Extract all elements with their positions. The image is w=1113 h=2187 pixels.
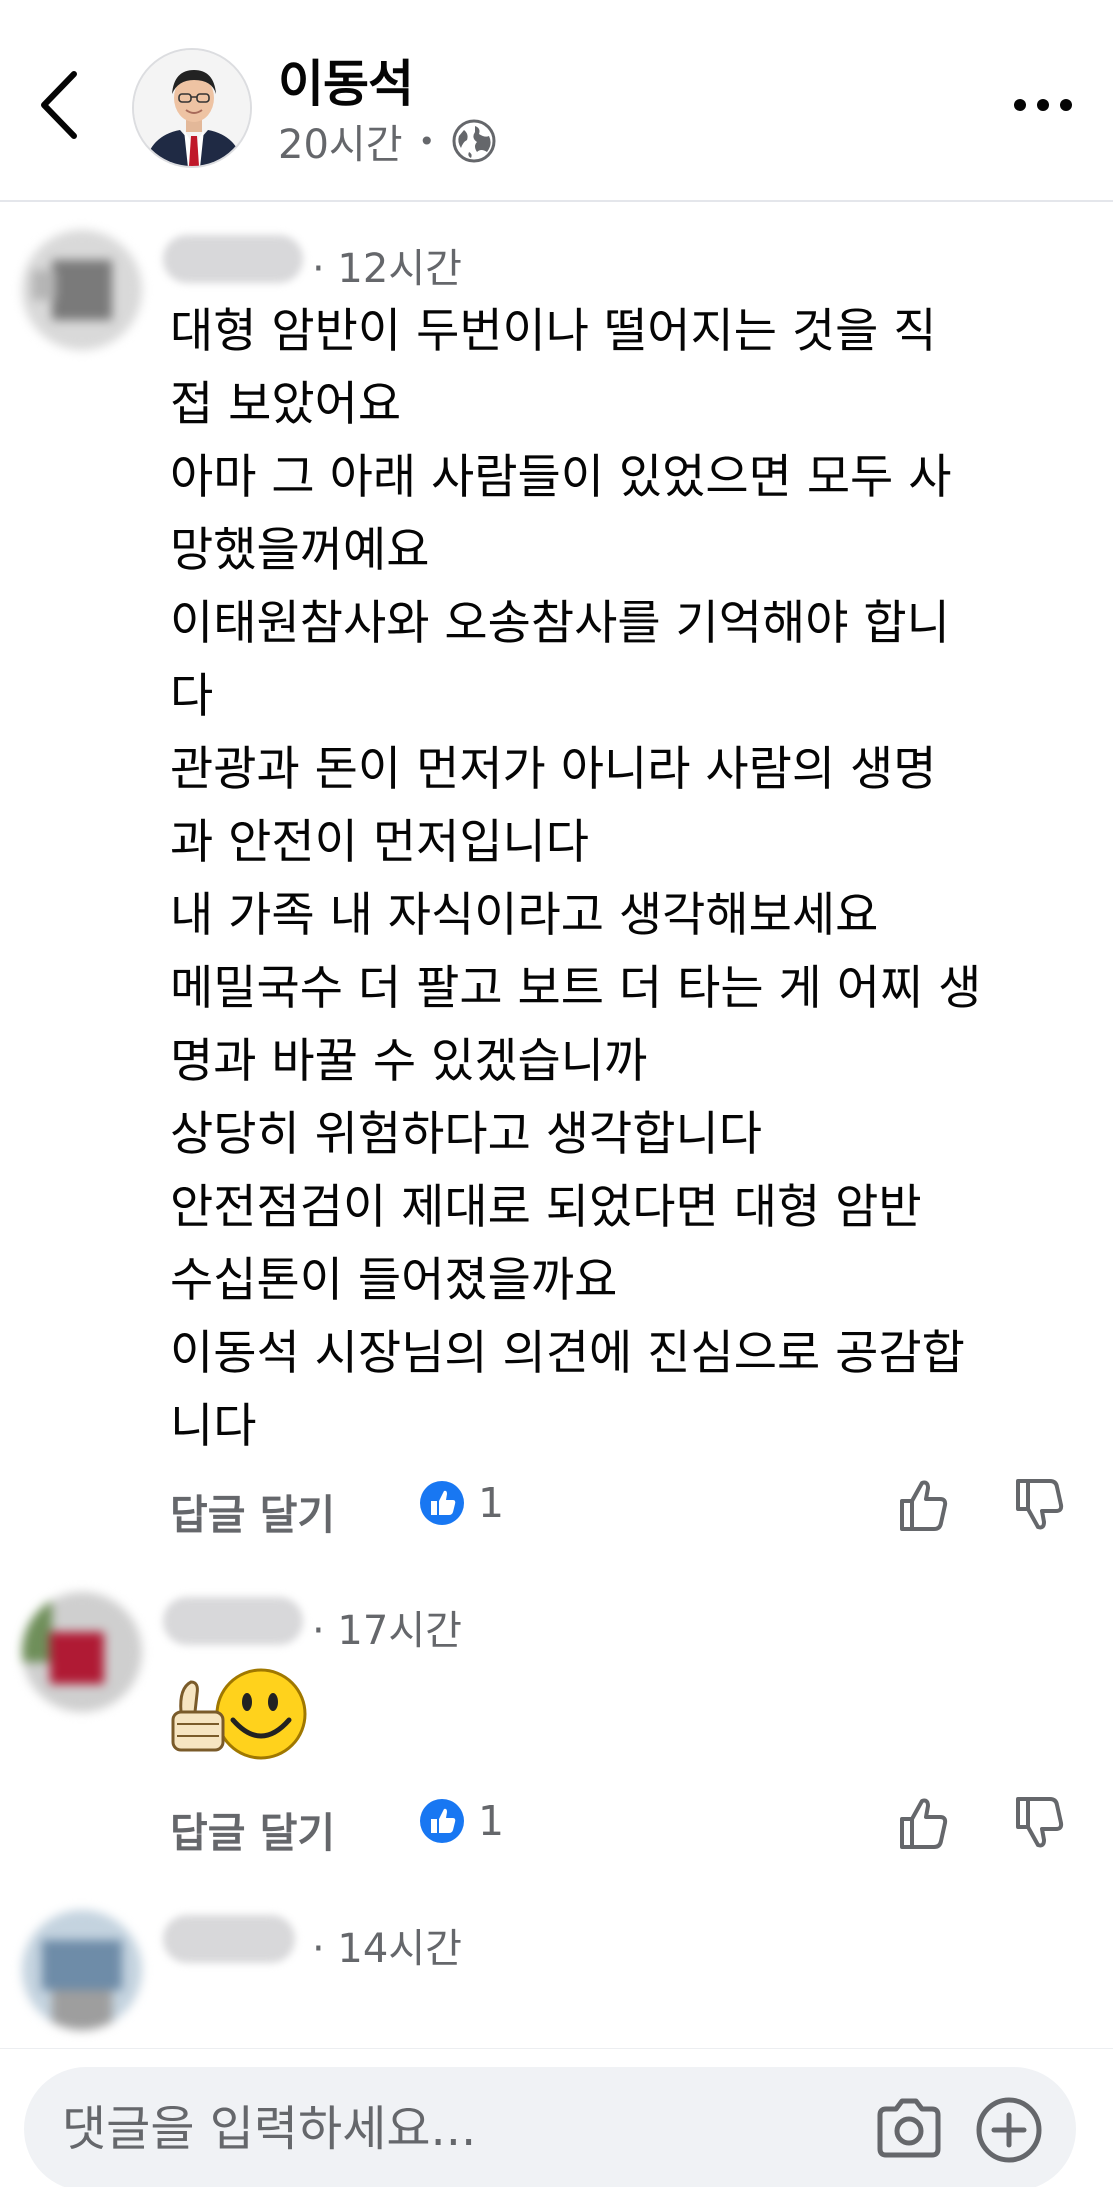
comment-line: 다 <box>170 669 214 724</box>
comment-line: 명과 바꿀 수 있겠습니까 <box>170 1034 648 1089</box>
upvote-button[interactable] <box>896 1793 952 1853</box>
comment-line: 메밀국수 더 팔고 보트 더 타는 게 어찌 생 <box>170 961 982 1016</box>
avatar-blur <box>22 230 142 350</box>
thumbs-down-icon <box>1016 1479 1064 1530</box>
comment-item: · 12시간 대형 암반이 두번이나 떨어지는 것을 직 접 보았어요 아마 그… <box>0 230 1113 1454</box>
reaction-summary[interactable]: 1 <box>418 1797 504 1845</box>
comment-line: 니다 <box>170 1399 257 1454</box>
comment-input[interactable] <box>62 2081 862 2177</box>
post-meta: 20시간 • <box>278 112 497 170</box>
comment-composer-bar <box>0 2048 1113 2187</box>
comment-line: 과 안전이 먼저입니다 <box>170 815 590 870</box>
comment-actions: 답글 달기 1 <box>170 1475 1090 1545</box>
thumbs-up-icon <box>900 1798 948 1849</box>
comment-time: · 17시간 <box>312 1608 462 1654</box>
commenter-name-redacted[interactable] <box>163 235 303 283</box>
thumbs-down-icon <box>1016 1797 1064 1848</box>
comment-body: 대형 암반이 두번이나 떨어지는 것을 직 접 보았어요 아마 그 아래 사람들… <box>170 295 1090 1463</box>
reaction-summary[interactable]: 1 <box>418 1479 504 1527</box>
add-attachment-button[interactable] <box>974 2095 1044 2165</box>
profile-photo <box>134 50 250 166</box>
comment-line: 아마 그 아래 사람들이 있었으면 모두 사 <box>170 450 952 505</box>
comment-line: 내 가족 내 자식이라고 생각해보세요 <box>170 888 879 943</box>
thumbs-up-icon <box>900 1480 948 1531</box>
meta-separator: • <box>418 124 436 158</box>
comment-line: 망했을꺼예요 <box>170 523 430 578</box>
plus-circle-icon <box>976 2097 1042 2163</box>
avatar-blur <box>22 1910 142 2030</box>
back-button[interactable] <box>30 60 90 150</box>
profile-avatar[interactable] <box>132 48 252 168</box>
downvote-button[interactable] <box>1012 1793 1068 1853</box>
comment-line: 이태원참사와 오송참사를 기억해야 합니 <box>170 596 950 651</box>
camera-button[interactable] <box>874 2097 944 2161</box>
downvote-button[interactable] <box>1012 1475 1068 1535</box>
back-arrow-icon <box>41 71 77 139</box>
commenter-avatar[interactable] <box>22 230 142 350</box>
post-time: 20시간 <box>278 122 403 168</box>
comment-line: 관광과 돈이 먼저가 아니라 사람의 생명 <box>170 742 937 797</box>
like-count: 1 <box>478 1797 505 1845</box>
comment-time: · 12시간 <box>312 246 462 292</box>
comment-line: 안전점검이 제대로 되었다면 대형 암반 <box>170 1180 922 1235</box>
reply-button[interactable]: 답글 달기 <box>170 1481 335 1541</box>
like-count: 1 <box>478 1479 505 1527</box>
comment-line: 수십톤이 들어졌을까요 <box>170 1253 618 1308</box>
comments-screen: 이동석 20시간 • · 12시간 대형 암반이 두번이나 떨어지는 것을 직 … <box>0 0 1113 2187</box>
commenter-name-redacted[interactable] <box>163 1915 295 1963</box>
more-icon <box>1014 99 1072 111</box>
post-header: 이동석 20시간 • <box>0 0 1113 202</box>
more-options-button[interactable] <box>1010 85 1076 125</box>
comment-line: 상당히 위험하다고 생각합니다 <box>170 1107 762 1162</box>
avatar-blur <box>22 1592 142 1712</box>
like-badge-icon <box>420 1481 464 1525</box>
reply-button[interactable]: 답글 달기 <box>170 1799 335 1859</box>
comment-item: · 17시간 <box>0 1592 1113 1772</box>
commenter-avatar[interactable] <box>22 1592 142 1712</box>
comment-composer <box>24 2067 1076 2187</box>
upvote-button[interactable] <box>896 1475 952 1535</box>
comment-line: 이동석 시장님의 의견에 진심으로 공감합 <box>170 1326 965 1381</box>
comment-item: · 14시간 <box>0 1910 1113 2040</box>
like-badge-icon <box>420 1799 464 1843</box>
globe-icon <box>452 119 496 163</box>
thumbs-up-smiley-sticker <box>171 1668 307 1760</box>
comment-time: · 14시간 <box>312 1926 462 1972</box>
page-title[interactable]: 이동석 <box>278 44 414 116</box>
commenter-name-redacted[interactable] <box>163 1597 303 1645</box>
comment-line: 접 보았어요 <box>170 377 402 432</box>
comment-line: 대형 암반이 두번이나 떨어지는 것을 직 <box>170 304 937 359</box>
commenter-avatar[interactable] <box>22 1910 142 2030</box>
camera-icon <box>877 2098 941 2158</box>
comment-actions: 답글 달기 1 <box>170 1793 1090 1863</box>
